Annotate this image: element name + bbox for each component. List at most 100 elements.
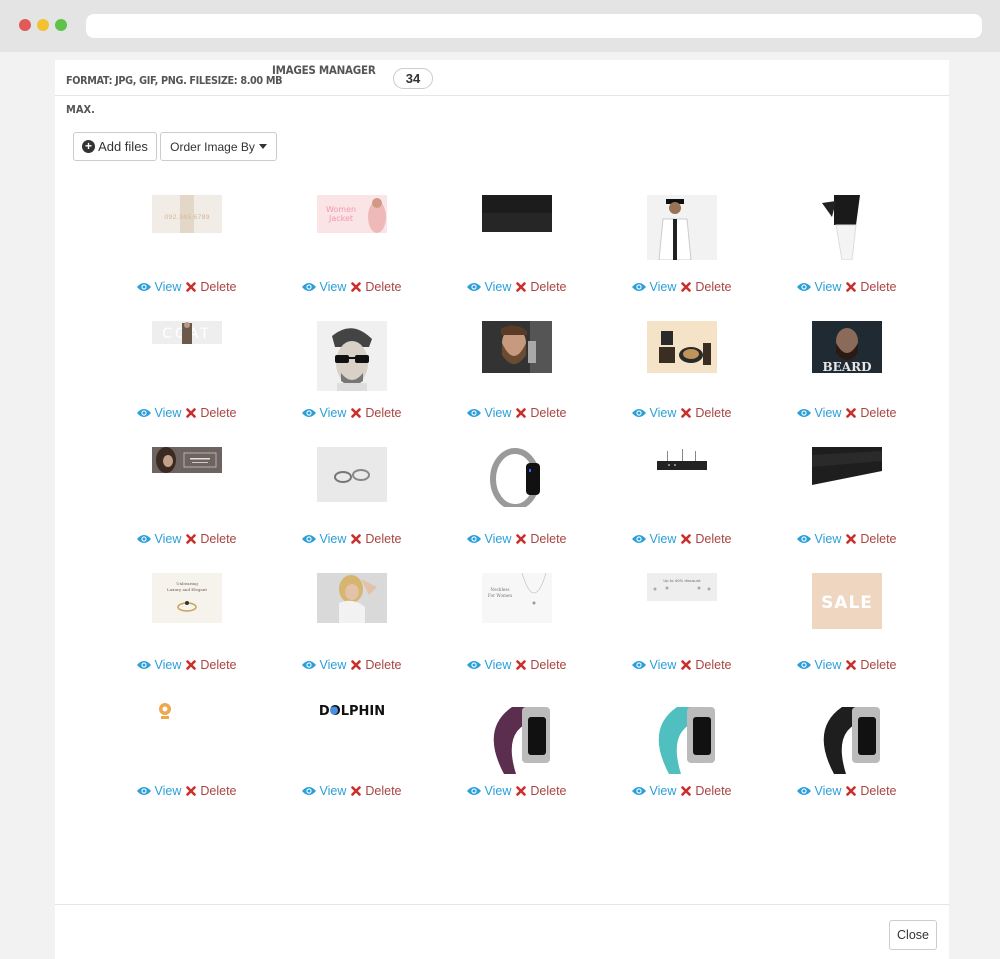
image-actions: View Delete bbox=[437, 405, 597, 421]
image-item: View Delete bbox=[437, 698, 597, 818]
view-link[interactable]: View bbox=[137, 406, 181, 420]
delete-link[interactable]: Delete bbox=[186, 784, 237, 798]
delete-link[interactable]: Delete bbox=[846, 406, 897, 420]
view-link[interactable]: View bbox=[302, 784, 346, 798]
delete-link[interactable]: Delete bbox=[351, 784, 402, 798]
view-link[interactable]: View bbox=[137, 658, 181, 672]
delete-link[interactable]: Delete bbox=[846, 532, 897, 546]
view-label: View bbox=[319, 658, 347, 672]
view-link[interactable]: View bbox=[797, 532, 841, 546]
eye-icon bbox=[797, 535, 812, 543]
view-link[interactable]: View bbox=[797, 406, 841, 420]
delete-link[interactable]: Delete bbox=[681, 658, 732, 672]
view-link[interactable]: View bbox=[632, 784, 676, 798]
image-actions: View Delete bbox=[107, 531, 267, 547]
delete-link[interactable]: Delete bbox=[186, 658, 237, 672]
delete-link[interactable]: Delete bbox=[351, 658, 402, 672]
delete-link[interactable]: Delete bbox=[681, 532, 732, 546]
image-actions: View Delete bbox=[272, 405, 432, 421]
add-files-button[interactable]: + Add files bbox=[73, 132, 157, 161]
images-manager-modal: FORMAT: JPG, GIF, PNG. FILESIZE: 8.00 MB… bbox=[55, 60, 949, 959]
delete-link[interactable]: Delete bbox=[681, 406, 732, 420]
delete-link[interactable]: Delete bbox=[186, 406, 237, 420]
delete-link[interactable]: Delete bbox=[516, 532, 567, 546]
view-link[interactable]: View bbox=[797, 280, 841, 294]
svg-text:For Women: For Women bbox=[488, 593, 513, 598]
view-link[interactable]: View bbox=[302, 532, 346, 546]
image-actions: View Delete bbox=[437, 531, 597, 547]
delete-link[interactable]: Delete bbox=[351, 280, 402, 294]
view-link[interactable]: View bbox=[467, 280, 511, 294]
dark-banner-image bbox=[482, 195, 552, 232]
image-item: DOLPHIN View Delete bbox=[272, 698, 432, 818]
order-image-by-dropdown[interactable]: Order Image By bbox=[160, 132, 277, 161]
view-link[interactable]: View bbox=[632, 532, 676, 546]
x-icon bbox=[681, 408, 692, 418]
delete-label: Delete bbox=[200, 280, 237, 294]
image-actions: View Delete bbox=[437, 279, 597, 295]
svg-text:SALE: SALE bbox=[821, 593, 873, 613]
view-link[interactable]: View bbox=[467, 784, 511, 798]
close-window-dot[interactable] bbox=[19, 19, 31, 31]
delete-label: Delete bbox=[200, 658, 237, 672]
eye-icon bbox=[467, 787, 482, 795]
view-link[interactable]: View bbox=[797, 784, 841, 798]
x-icon bbox=[846, 534, 857, 544]
view-link[interactable]: View bbox=[632, 658, 676, 672]
delete-link[interactable]: Delete bbox=[846, 280, 897, 294]
delete-link[interactable]: Delete bbox=[516, 658, 567, 672]
delete-link[interactable]: Delete bbox=[516, 280, 567, 294]
view-link[interactable]: View bbox=[302, 658, 346, 672]
view-link[interactable]: View bbox=[467, 532, 511, 546]
image-actions: View Delete bbox=[437, 657, 597, 673]
x-icon bbox=[186, 408, 197, 418]
rings-image bbox=[317, 447, 387, 502]
delete-link[interactable]: Delete bbox=[681, 784, 732, 798]
delete-label: Delete bbox=[695, 658, 732, 672]
delete-link[interactable]: Delete bbox=[846, 784, 897, 798]
view-link[interactable]: View bbox=[302, 406, 346, 420]
maximize-window-dot[interactable] bbox=[55, 19, 67, 31]
view-link[interactable]: View bbox=[137, 532, 181, 546]
view-label: View bbox=[154, 406, 182, 420]
view-link[interactable]: View bbox=[467, 658, 511, 672]
delete-label: Delete bbox=[200, 406, 237, 420]
delete-link[interactable]: Delete bbox=[846, 658, 897, 672]
view-label: View bbox=[649, 280, 677, 294]
view-link[interactable]: View bbox=[137, 784, 181, 798]
address-bar[interactable] bbox=[86, 14, 982, 38]
view-label: View bbox=[814, 280, 842, 294]
view-link[interactable]: View bbox=[302, 280, 346, 294]
delete-link[interactable]: Delete bbox=[516, 406, 567, 420]
svg-text:Jacket: Jacket bbox=[328, 214, 353, 223]
delete-link[interactable]: Delete bbox=[351, 532, 402, 546]
svg-text:092.345.6789: 092.345.6789 bbox=[164, 213, 210, 221]
delete-link[interactable]: Delete bbox=[186, 280, 237, 294]
view-label: View bbox=[154, 280, 182, 294]
eye-icon bbox=[137, 535, 152, 543]
image-actions: View Delete bbox=[767, 531, 927, 547]
delete-label: Delete bbox=[860, 280, 897, 294]
plus-circle-icon: + bbox=[82, 140, 96, 153]
delete-label: Delete bbox=[695, 406, 732, 420]
x-icon bbox=[186, 282, 197, 292]
delete-link[interactable]: Delete bbox=[186, 532, 237, 546]
view-link[interactable]: View bbox=[467, 406, 511, 420]
footer-divider bbox=[55, 904, 949, 905]
close-label: Close bbox=[897, 928, 929, 942]
delete-link[interactable]: Delete bbox=[351, 406, 402, 420]
view-link[interactable]: View bbox=[632, 280, 676, 294]
view-link[interactable]: View bbox=[632, 406, 676, 420]
minimize-window-dot[interactable] bbox=[37, 19, 49, 31]
view-link[interactable]: View bbox=[797, 658, 841, 672]
svg-text:Women: Women bbox=[326, 205, 356, 214]
close-button[interactable]: Close bbox=[889, 920, 937, 950]
view-label: View bbox=[484, 280, 512, 294]
eye-icon bbox=[797, 409, 812, 417]
delete-link[interactable]: Delete bbox=[681, 280, 732, 294]
view-label: View bbox=[484, 406, 512, 420]
svg-text:Unbearing: Unbearing bbox=[176, 581, 198, 586]
delete-link[interactable]: Delete bbox=[516, 784, 567, 798]
image-actions: View Delete bbox=[272, 531, 432, 547]
view-link[interactable]: View bbox=[137, 280, 181, 294]
